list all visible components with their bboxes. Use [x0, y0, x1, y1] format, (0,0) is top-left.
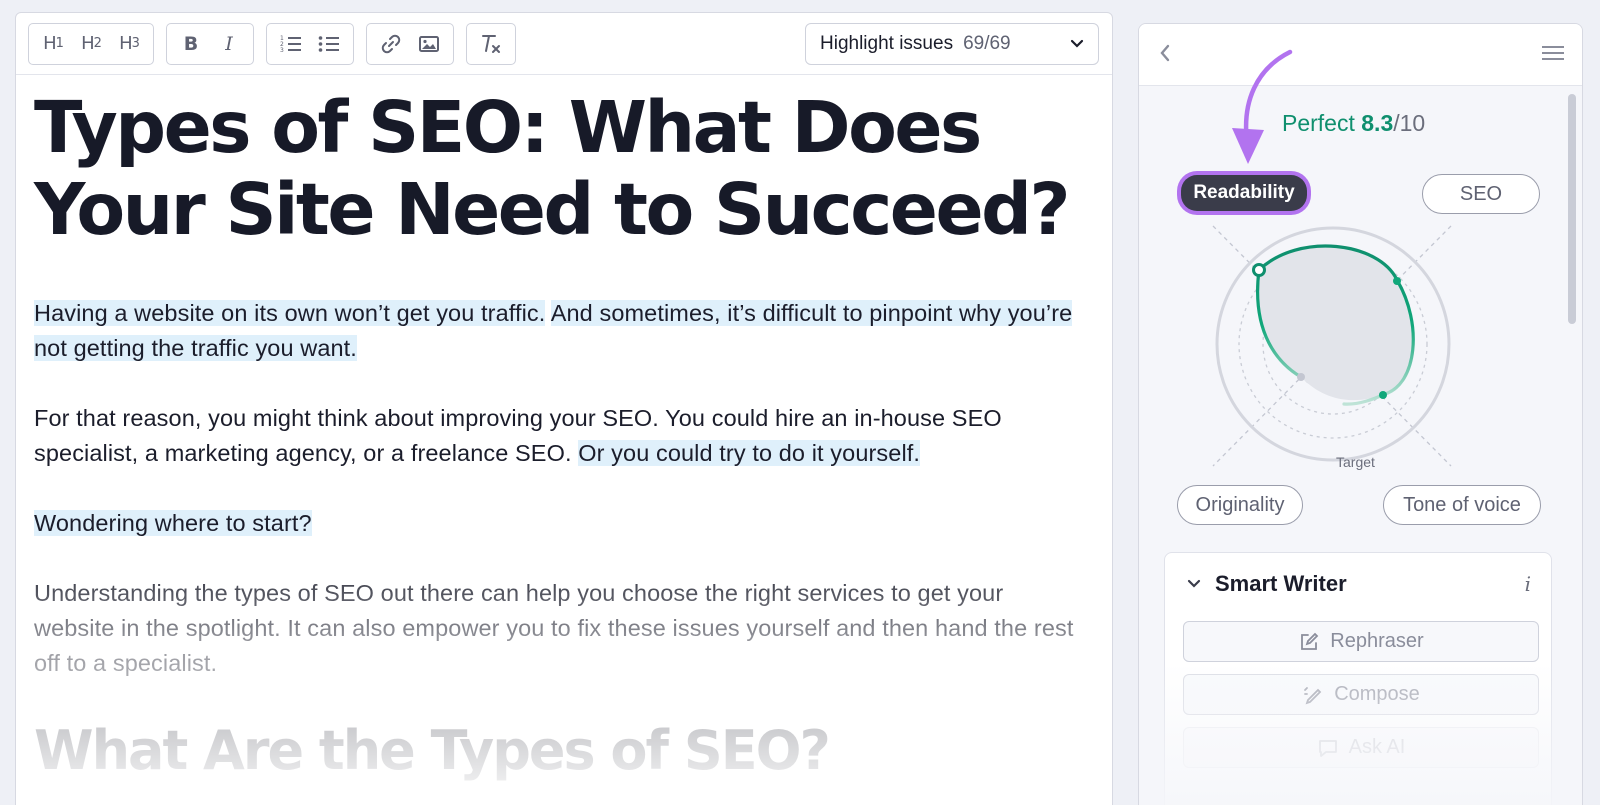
- highlight-issues-label: Highlight issues: [820, 33, 954, 54]
- score-radar-chart: [1212, 225, 1452, 467]
- ordered-list-button[interactable]: 123: [273, 26, 309, 62]
- rephraser-button[interactable]: Rephraser: [1183, 621, 1539, 662]
- svg-text:3: 3: [280, 47, 284, 54]
- link-icon: [381, 34, 401, 53]
- article-title[interactable]: Types of SEO: What Does Your Site Need t…: [34, 87, 1082, 251]
- info-icon[interactable]: i: [1525, 572, 1531, 596]
- ask-ai-button[interactable]: Ask AI: [1183, 727, 1539, 768]
- image-icon: [419, 35, 439, 52]
- menu-icon: [1542, 46, 1564, 48]
- tab-tone-of-voice[interactable]: Tone of voice: [1383, 485, 1541, 525]
- chat-icon: [1318, 739, 1337, 757]
- smart-writer-header[interactable]: Smart Writer i: [1165, 553, 1551, 597]
- sidebar-header: [1139, 24, 1582, 86]
- bold-button[interactable]: B: [173, 26, 209, 62]
- section-heading[interactable]: What Are the Types of SEO?: [34, 719, 1082, 782]
- unordered-list-icon: [318, 35, 339, 52]
- edit-icon: [1301, 632, 1319, 650]
- compose-button[interactable]: Compose: [1183, 674, 1539, 715]
- paragraph-2[interactable]: For that reason, you might think about i…: [34, 401, 1082, 471]
- image-button[interactable]: [411, 26, 447, 62]
- chevron-left-icon: [1160, 44, 1170, 62]
- link-button[interactable]: [373, 26, 409, 62]
- format-group: B I: [166, 22, 254, 65]
- readability-point: [1252, 263, 1266, 277]
- highlighted-sentence[interactable]: Or you could try to do it yourself.: [578, 440, 921, 466]
- heading-group: H1 H2 H3: [28, 22, 154, 65]
- editor-panel: H1 H2 H3 B I 123 Highlight issues 69/69 …: [15, 12, 1113, 805]
- target-label: Target: [1336, 454, 1375, 470]
- highlighted-sentence[interactable]: Wondering where to start?: [34, 510, 312, 536]
- back-button[interactable]: [1159, 42, 1171, 68]
- list-group: 123: [266, 22, 354, 65]
- clear-format-button[interactable]: [473, 26, 509, 62]
- paragraph-3[interactable]: Wondering where to start?: [34, 506, 1082, 541]
- score-max: /10: [1393, 110, 1426, 136]
- callout-arrow-icon: [1232, 49, 1293, 164]
- editor-toolbar: H1 H2 H3 B I 123 Highlight issues 69/69: [16, 13, 1112, 75]
- overall-score: Perfect 8.3/10: [1282, 110, 1425, 137]
- heading-2-button[interactable]: H2: [73, 26, 109, 62]
- menu-button[interactable]: [1542, 42, 1564, 62]
- paragraph-1[interactable]: Having a website on its own won’t get yo…: [34, 296, 1082, 366]
- chevron-down-icon[interactable]: [1187, 576, 1201, 592]
- heading-3-button[interactable]: H3: [111, 26, 147, 62]
- smart-writer-card: Smart Writer i Rephraser Compose Ask AI: [1164, 552, 1552, 805]
- score-value: 8.3: [1361, 110, 1394, 136]
- chevron-down-icon: [1070, 36, 1084, 52]
- compose-icon: [1304, 686, 1322, 704]
- originality-point: [1297, 373, 1305, 381]
- smart-writer-title: Smart Writer: [1215, 571, 1347, 596]
- issues-count: 69/69: [963, 33, 1011, 54]
- scrollbar[interactable]: [1568, 94, 1576, 324]
- clear-format-icon: [482, 34, 500, 53]
- seo-point: [1393, 277, 1401, 285]
- insert-group: [366, 22, 454, 65]
- highlighted-sentence[interactable]: Having a website on its own won’t get yo…: [34, 300, 546, 326]
- clear-group: [466, 22, 516, 65]
- tab-readability[interactable]: Readability: [1177, 171, 1311, 215]
- score-sidebar: Perfect 8.3/10 Target Readability SEO Or…: [1138, 23, 1583, 805]
- document-content[interactable]: Types of SEO: What Does Your Site Need t…: [16, 75, 1112, 782]
- italic-button[interactable]: I: [211, 26, 247, 62]
- paragraph-4[interactable]: Understanding the types of SEO out there…: [34, 576, 1082, 681]
- tab-originality[interactable]: Originality: [1177, 485, 1303, 525]
- unordered-list-button[interactable]: [311, 26, 347, 62]
- ordered-list-icon: 123: [280, 35, 301, 54]
- tone-point: [1379, 391, 1387, 399]
- highlight-issues-dropdown[interactable]: Highlight issues 69/69: [805, 23, 1099, 65]
- tab-seo[interactable]: SEO: [1422, 174, 1540, 214]
- heading-1-button[interactable]: H1: [35, 26, 71, 62]
